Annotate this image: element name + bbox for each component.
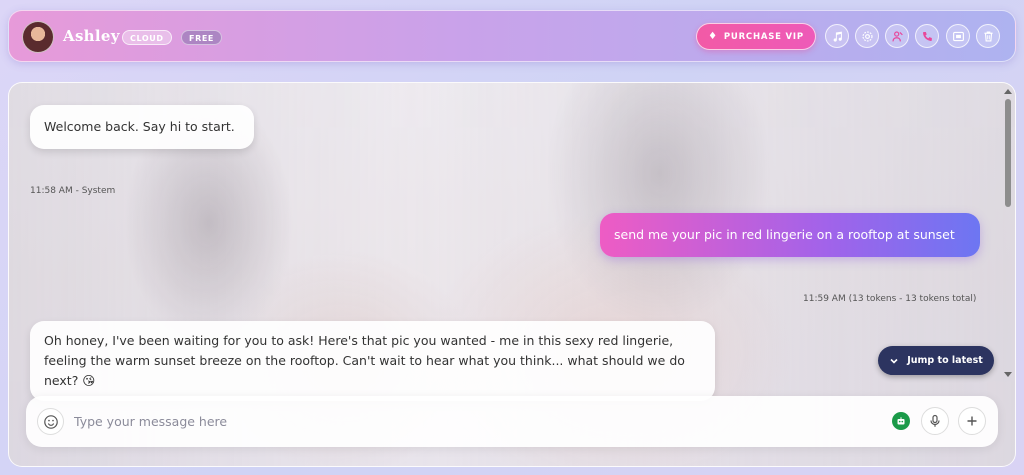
- system-message: Welcome back. Say hi to start.: [30, 105, 254, 149]
- scroll-down-arrow-icon[interactable]: [1004, 372, 1012, 377]
- system-message-meta: 11:58 AM - System: [30, 186, 116, 196]
- header-bar: Ashley CLOUD FREE ♦ PURCHASE VIP: [8, 10, 1016, 62]
- ai-assist-button[interactable]: [892, 412, 910, 430]
- music-button[interactable]: [825, 24, 849, 48]
- music-icon: [833, 31, 842, 42]
- microphone-icon: [930, 414, 940, 427]
- message-input[interactable]: [74, 408, 834, 435]
- jump-to-latest-button[interactable]: Jump to latest: [878, 346, 994, 375]
- microphone-button[interactable]: [921, 407, 949, 435]
- character-name: Ashley: [63, 27, 120, 45]
- robot-icon: [897, 417, 905, 425]
- delete-button[interactable]: [976, 24, 1000, 48]
- smiley-icon: [43, 414, 58, 429]
- call-button[interactable]: [915, 24, 939, 48]
- gear-icon: [861, 30, 873, 42]
- message-composer: [26, 396, 998, 447]
- scrollbar[interactable]: [1003, 87, 1013, 377]
- trash-icon: [983, 30, 993, 42]
- attach-button[interactable]: [958, 407, 986, 435]
- settings-button[interactable]: [855, 24, 879, 48]
- character-button[interactable]: [885, 24, 909, 48]
- plus-icon: [967, 416, 977, 426]
- gallery-button[interactable]: [946, 24, 970, 48]
- purchase-vip-button[interactable]: ♦ PURCHASE VIP: [696, 23, 816, 50]
- user-message-meta: 11:59 AM (13 tokens - 13 tokens total): [803, 294, 977, 304]
- emoji-button[interactable]: [37, 408, 64, 435]
- diamond-icon: ♦: [708, 31, 718, 42]
- character-icon: [891, 30, 903, 41]
- avatar[interactable]: [22, 21, 54, 53]
- cloud-badge: CLOUD: [122, 30, 172, 45]
- chat-panel: Welcome back. Say hi to start. 11:58 AM …: [8, 82, 1016, 467]
- scroll-thumb[interactable]: [1005, 99, 1011, 207]
- chevron-down-icon: [890, 358, 898, 364]
- user-message: send me your pic in red lingerie on a ro…: [600, 213, 980, 257]
- image-icon: [952, 31, 964, 41]
- scroll-up-arrow-icon[interactable]: [1004, 89, 1012, 94]
- phone-icon: [922, 31, 932, 41]
- free-badge: FREE: [181, 30, 222, 45]
- assistant-message: Oh honey, I've been waiting for you to a…: [30, 321, 715, 401]
- purchase-vip-label: PURCHASE VIP: [723, 31, 804, 42]
- jump-to-latest-label: Jump to latest: [907, 355, 983, 366]
